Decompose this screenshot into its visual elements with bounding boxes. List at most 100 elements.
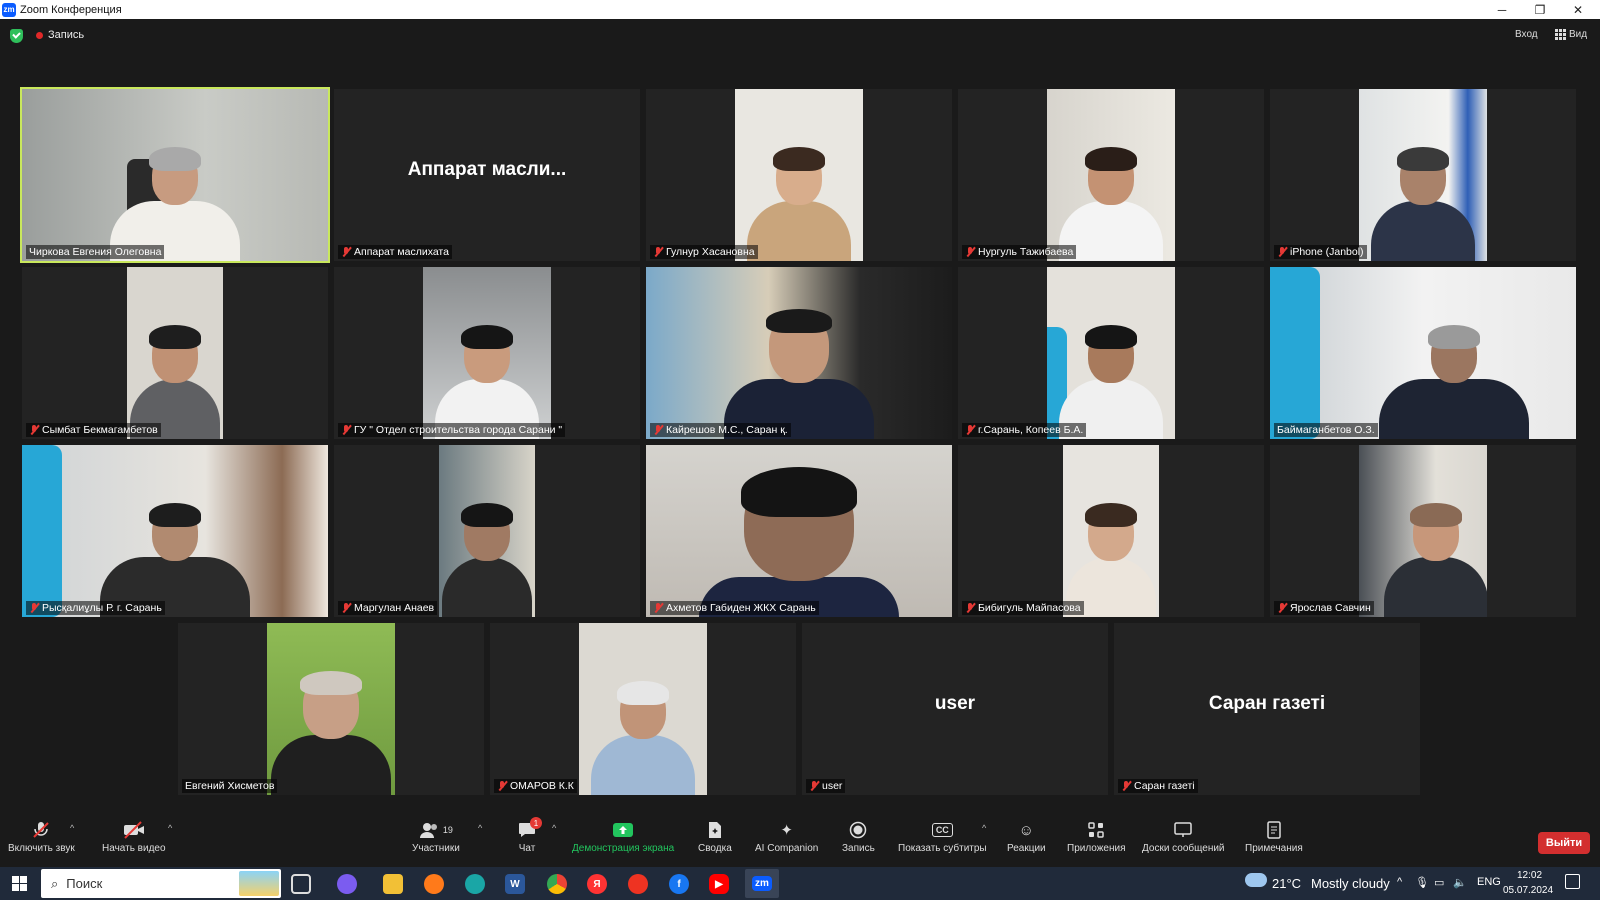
youtube-icon[interactable]: ▶	[709, 874, 729, 894]
yandex-icon[interactable]: Я	[587, 874, 607, 894]
video-tile-16[interactable]: ОМАРОВ К.К	[490, 623, 796, 795]
chat-icon: 1	[518, 817, 542, 839]
video-tile-17[interactable]: user user	[802, 623, 1108, 795]
ai-companion-button[interactable]: ✦ AI Companion	[755, 821, 818, 854]
unmute-button[interactable]: Включить звук	[8, 821, 75, 854]
reactions-smiley-icon: ☺	[1018, 821, 1034, 839]
copilot-icon[interactable]	[337, 874, 357, 894]
meeting-top-bar: Запись Вход Вид	[0, 19, 1600, 53]
recording-indicator[interactable]: Запись	[36, 29, 84, 41]
yandex-browser-icon[interactable]	[628, 874, 648, 894]
reactions-button[interactable]: ☺ Реакции	[1007, 821, 1046, 855]
muted-mic-icon	[809, 781, 819, 791]
muted-mic-icon	[1277, 603, 1287, 613]
microphone-tray-icon[interactable]: 🎙	[1415, 876, 1429, 889]
encryption-shield-icon[interactable]	[10, 29, 23, 43]
participant-name-label: Ахметов Габиден ЖКХ Сарань	[650, 601, 819, 615]
video-tile-9[interactable]: Баймаганбетов О.З.	[1270, 267, 1576, 439]
muted-mic-icon	[653, 603, 663, 613]
task-view-icon[interactable]	[291, 874, 311, 894]
firefox-icon[interactable]	[424, 874, 444, 894]
notifications-icon[interactable]	[1565, 874, 1580, 889]
video-tile-5[interactable]: Сымбат Бекмагамбетов	[22, 267, 328, 439]
captions-options-caret-icon[interactable]: ^	[982, 823, 986, 833]
word-icon[interactable]: W	[505, 874, 525, 894]
share-screen-icon	[612, 821, 634, 839]
participant-video	[646, 267, 952, 439]
weather-temp[interactable]: 21°C	[1272, 876, 1301, 891]
record-button[interactable]: Запись	[842, 821, 875, 854]
muted-mic-icon	[653, 247, 663, 257]
clock-time[interactable]: 12:02	[1517, 870, 1542, 881]
participant-video	[127, 267, 223, 439]
participants-button[interactable]: 19 Участники	[412, 821, 460, 854]
edge-icon[interactable]	[465, 874, 485, 894]
network-tray-icon[interactable]: ▭	[1434, 876, 1444, 889]
muted-mic-icon	[965, 425, 975, 435]
chat-button[interactable]: 1 Чат	[518, 817, 542, 854]
weather-condition[interactable]: Mostly cloudy	[1311, 876, 1390, 891]
video-options-caret-icon[interactable]: ^	[168, 823, 172, 833]
video-tile-8[interactable]: г.Сарань, Копеев Б.А.	[958, 267, 1264, 439]
chat-options-caret-icon[interactable]: ^	[552, 823, 556, 833]
language-indicator[interactable]: ENG	[1477, 876, 1501, 888]
video-tile-14[interactable]: Ярослав Савчин	[1270, 445, 1576, 617]
participant-name-label: Сымбат Бекмагамбетов	[26, 423, 161, 437]
video-tile-4[interactable]: iPhone (Janbol)	[1270, 89, 1576, 261]
muted-mic-icon	[29, 603, 39, 613]
window-title: Zoom Конференция	[20, 3, 122, 16]
participant-video	[1270, 267, 1576, 439]
summary-button[interactable]: Сводка	[698, 821, 732, 854]
apps-button[interactable]: Приложения	[1067, 821, 1126, 854]
video-tile-1[interactable]: Аппарат масли... Аппарат маслихата	[334, 89, 640, 261]
captions-button[interactable]: CC Показать субтитры	[898, 821, 987, 854]
notes-button[interactable]: Примечания	[1245, 821, 1303, 854]
minimize-button[interactable]: ─	[1484, 0, 1520, 19]
file-explorer-icon[interactable]	[383, 874, 403, 894]
recording-dot-icon	[36, 31, 43, 39]
apps-icon	[1088, 821, 1104, 839]
video-tile-15[interactable]: Евгений Хисметов	[178, 623, 484, 795]
summary-icon	[708, 821, 722, 839]
leave-meeting-button[interactable]: Выйти	[1538, 832, 1590, 854]
participant-video	[267, 623, 395, 795]
video-tile-18[interactable]: Саран газеті Саран газеті	[1114, 623, 1420, 795]
window-title-bar: zm Zoom Конференция ─ ❐ ✕	[0, 0, 1600, 19]
signin-button[interactable]: Вход	[1515, 29, 1538, 40]
video-tile-0[interactable]: Чиркова Евгения Олеговна	[20, 87, 330, 263]
video-tile-6[interactable]: ГУ " Отдел строительства города Сарани "	[334, 267, 640, 439]
video-tile-10[interactable]: Рысқалиұлы Р. г. Сарань	[22, 445, 328, 617]
close-button[interactable]: ✕	[1560, 0, 1596, 19]
video-tile-11[interactable]: Маргулан Анаев	[334, 445, 640, 617]
participant-video	[423, 267, 551, 439]
chrome-icon[interactable]	[547, 874, 567, 894]
video-tile-13[interactable]: Бибигуль Майпасова	[958, 445, 1264, 617]
start-video-button[interactable]: Начать видео	[102, 821, 166, 854]
video-tile-2[interactable]: Гулнур Хасановна	[646, 89, 952, 261]
restore-button[interactable]: ❐	[1522, 0, 1558, 19]
meeting-toolbar: Включить звук ^ Начать видео ^ 19 Участн…	[0, 815, 1600, 867]
audio-options-caret-icon[interactable]: ^	[70, 823, 74, 833]
share-screen-button[interactable]: Демонстрация экрана	[572, 821, 674, 854]
view-button[interactable]: Вид	[1555, 29, 1587, 40]
video-tile-7[interactable]: Кайрешов М.С., Саран қ.	[646, 267, 952, 439]
muted-mic-icon	[965, 603, 975, 613]
muted-mic-icon	[653, 425, 663, 435]
video-tile-3[interactable]: Нургуль Тажибаева	[958, 89, 1264, 261]
tray-overflow-chevron-icon[interactable]: ^	[1397, 876, 1402, 888]
participant-name-label: Чиркова Евгения Олеговна	[26, 245, 165, 259]
windows-start-icon[interactable]	[12, 876, 27, 891]
volume-tray-icon[interactable]: 🔈	[1453, 876, 1467, 889]
taskbar-search-box[interactable]: ⌕ Поиск	[41, 869, 281, 898]
weather-cloud-icon[interactable]	[1245, 873, 1267, 887]
participant-video	[735, 89, 863, 261]
zoom-taskbar-icon[interactable]: zm	[745, 869, 779, 898]
search-placeholder: Поиск	[66, 876, 103, 891]
muted-microphone-icon	[32, 821, 50, 839]
participants-options-caret-icon[interactable]: ^	[478, 823, 482, 833]
clock-date[interactable]: 05.07.2024	[1503, 885, 1553, 896]
participant-name-label: Ярослав Савчин	[1274, 601, 1374, 615]
whiteboards-button[interactable]: Доски сообщений	[1142, 821, 1225, 854]
facebook-icon[interactable]: f	[669, 874, 689, 894]
video-tile-12[interactable]: Ахметов Габиден ЖКХ Сарань	[646, 445, 952, 617]
